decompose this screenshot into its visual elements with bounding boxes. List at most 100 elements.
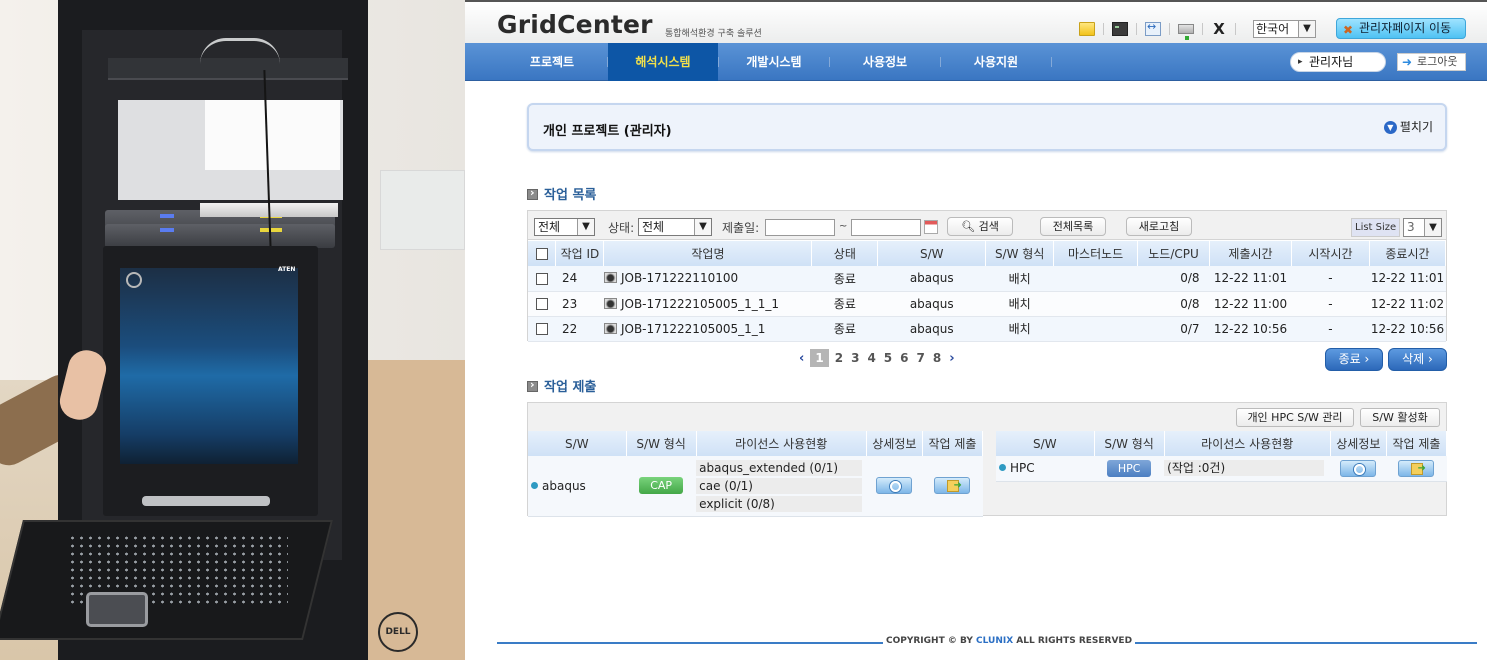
search-label: 검색 — [978, 220, 999, 233]
job-sw-type: 배치 — [985, 266, 1054, 292]
date-from-input[interactable] — [765, 219, 835, 236]
nav-item-usage-info[interactable]: 사용정보 — [830, 43, 940, 81]
row-checkbox[interactable] — [535, 272, 548, 285]
nav-item-project[interactable]: 프로젝트 — [497, 43, 607, 81]
nav-item-dev-system[interactable]: 개발시스템 — [719, 43, 829, 81]
remote-desktop-icon[interactable] — [1145, 20, 1161, 36]
list-size-label: List Size — [1351, 218, 1401, 237]
language-value: 한국어 — [1256, 22, 1290, 36]
nav-item-analysis-system[interactable]: 해석시스템 — [608, 43, 718, 81]
next-page-button[interactable]: › — [949, 351, 954, 366]
terminal-icon[interactable] — [1112, 22, 1128, 36]
job-sw-type: 배치 — [985, 316, 1054, 342]
col-job-name[interactable]: 작업명 — [603, 241, 813, 266]
scope-select[interactable]: 전체 ▼ — [534, 218, 595, 236]
user-button[interactable]: 관리자님 — [1290, 52, 1386, 72]
page-1[interactable]: 1 — [810, 349, 829, 367]
job-submit-button[interactable] — [934, 477, 971, 495]
section-bullet-icon — [527, 186, 538, 200]
sw-activate-button[interactable]: S/W 활성화 — [1360, 408, 1440, 427]
all-list-button[interactable]: 전체목록 — [1040, 217, 1106, 236]
page-2[interactable]: 2 — [835, 351, 843, 365]
page-6[interactable]: 6 — [900, 351, 908, 365]
select-all-checkbox[interactable] — [535, 248, 548, 260]
job-name-cell[interactable]: JOB-171222105005_1_1 — [603, 316, 812, 342]
expand-label: 펼치기 — [1399, 120, 1433, 134]
toolbar — [1071, 20, 1236, 40]
row-checkbox[interactable] — [535, 323, 548, 335]
job-ended: 12-22 10:56 — [1369, 316, 1446, 342]
delete-job-button[interactable]: 삭제 › — [1388, 348, 1447, 371]
job-name[interactable]: JOB-171222105005_1_1_1 — [621, 297, 779, 311]
col-detail: 상세정보 — [1330, 431, 1387, 456]
hpc-sw-manage-button[interactable]: 개인 HPC S/W 관리 — [1236, 408, 1354, 427]
job-submit-button[interactable] — [1398, 459, 1435, 477]
server-unit-2 — [105, 224, 335, 248]
select-all-cell — [528, 241, 557, 266]
date-to-input[interactable] — [851, 219, 921, 236]
nav-item-support[interactable]: 사용지원 — [941, 43, 1051, 81]
logo[interactable]: GridCenter — [497, 10, 653, 39]
job-name[interactable]: JOB-171222110100 — [621, 271, 738, 285]
detail-search-button[interactable] — [1340, 459, 1377, 477]
page-4[interactable]: 4 — [867, 351, 875, 365]
job-submitted: 12-22 11:00 — [1209, 291, 1292, 317]
network-icon[interactable] — [1178, 24, 1194, 40]
license-cell: abaqus_extended (0/1) cae (0/1) explicit… — [696, 456, 867, 517]
status-dot-icon — [531, 481, 538, 489]
col-sw[interactable]: S/W — [877, 241, 987, 266]
job-submitted: 12-22 11:01 — [1209, 266, 1292, 292]
col-started[interactable]: 시작시간 — [1291, 241, 1370, 266]
aten-logo: ATEN — [278, 266, 296, 273]
search-icon: 🔍︎ — [961, 220, 979, 233]
submit-date-label: 제출일: — [722, 221, 760, 235]
table-row[interactable]: 24 JOB-171222110100 종료 abaqus 배치 0/8 12-… — [528, 266, 1446, 292]
list-size-value: 3 — [1407, 220, 1415, 234]
col-license: 라이선스 사용현황 — [696, 431, 867, 456]
page-8[interactable]: 8 — [933, 351, 941, 365]
page-5[interactable]: 5 — [884, 351, 892, 365]
end-job-button[interactable]: 종료 › — [1325, 348, 1383, 371]
table-row[interactable]: 22 JOB-171222105005_1_1 종료 abaqus 배치 0/7… — [528, 316, 1446, 342]
x-window-icon[interactable] — [1211, 22, 1227, 36]
col-sw-type[interactable]: S/W 형식 — [985, 241, 1055, 266]
table-row[interactable]: 23 JOB-171222105005_1_1_1 종료 abaqus 배치 0… — [528, 291, 1446, 317]
admin-page-label: 관리자페이지 이동 — [1359, 21, 1452, 35]
sw-type-cell: HPC — [1094, 456, 1165, 482]
col-job-id[interactable]: 작업 ID — [555, 241, 605, 266]
admin-page-button[interactable]: ✖ 관리자페이지 이동 — [1336, 18, 1466, 39]
col-status[interactable]: 상태 — [811, 241, 879, 266]
page-7[interactable]: 7 — [917, 351, 925, 365]
prev-page-button[interactable]: ‹ — [799, 351, 804, 366]
col-sw: S/W — [528, 431, 627, 456]
job-master-node — [1053, 316, 1138, 342]
status-select[interactable]: 전체 ▼ — [638, 218, 712, 236]
copyright: COPYRIGHT © BY CLUNIX ALL RIGHTS RESERVE… — [883, 636, 1136, 646]
arrow-right-icon: ➜ — [1402, 55, 1413, 69]
col-node-cpu[interactable]: 노드/CPU — [1137, 241, 1211, 266]
refresh-button[interactable]: 새로고침 — [1126, 217, 1192, 236]
job-name-cell[interactable]: JOB-171222110100 — [603, 266, 812, 292]
job-name-cell[interactable]: JOB-171222105005_1_1_1 — [603, 291, 812, 317]
network-cables — [200, 38, 280, 64]
list-size-select[interactable]: 3 ▼ — [1403, 218, 1442, 237]
logout-button[interactable]: ➜ 로그아웃 — [1397, 53, 1466, 71]
row-checkbox[interactable] — [535, 298, 548, 310]
col-submitted[interactable]: 제출시간 — [1209, 241, 1292, 266]
folder-icon[interactable] — [1079, 22, 1095, 36]
detail-search-button[interactable] — [876, 477, 913, 495]
license-item: explicit (0/8) — [696, 495, 863, 512]
col-master-node[interactable]: 마스터노드 — [1053, 241, 1139, 266]
page-3[interactable]: 3 — [851, 351, 859, 365]
sw-row: abaqus CAP abaqus_extended (0/1) cae (0/… — [528, 456, 983, 517]
status-dot-icon — [999, 464, 1006, 472]
calendar-icon[interactable] — [924, 220, 938, 234]
language-select[interactable]: 한국어 ▼ — [1253, 20, 1316, 38]
gridcenter-app: GridCenter 통합해석환경 구축 솔루션 한국어 ▼ ✖ 관리자페이지 이동… — [465, 0, 1487, 660]
job-name[interactable]: JOB-171222105005_1_1 — [621, 322, 765, 336]
chevron-down-icon: ▼ — [1424, 219, 1441, 236]
search-button[interactable]: 🔍︎ 검색 — [947, 217, 1013, 236]
footer: COPYRIGHT © BY CLUNIX ALL RIGHTS RESERVE… — [497, 636, 1477, 650]
expand-button[interactable]: ▼ 펼치기 — [1383, 118, 1433, 135]
col-ended[interactable]: 종료시간 — [1369, 241, 1447, 266]
